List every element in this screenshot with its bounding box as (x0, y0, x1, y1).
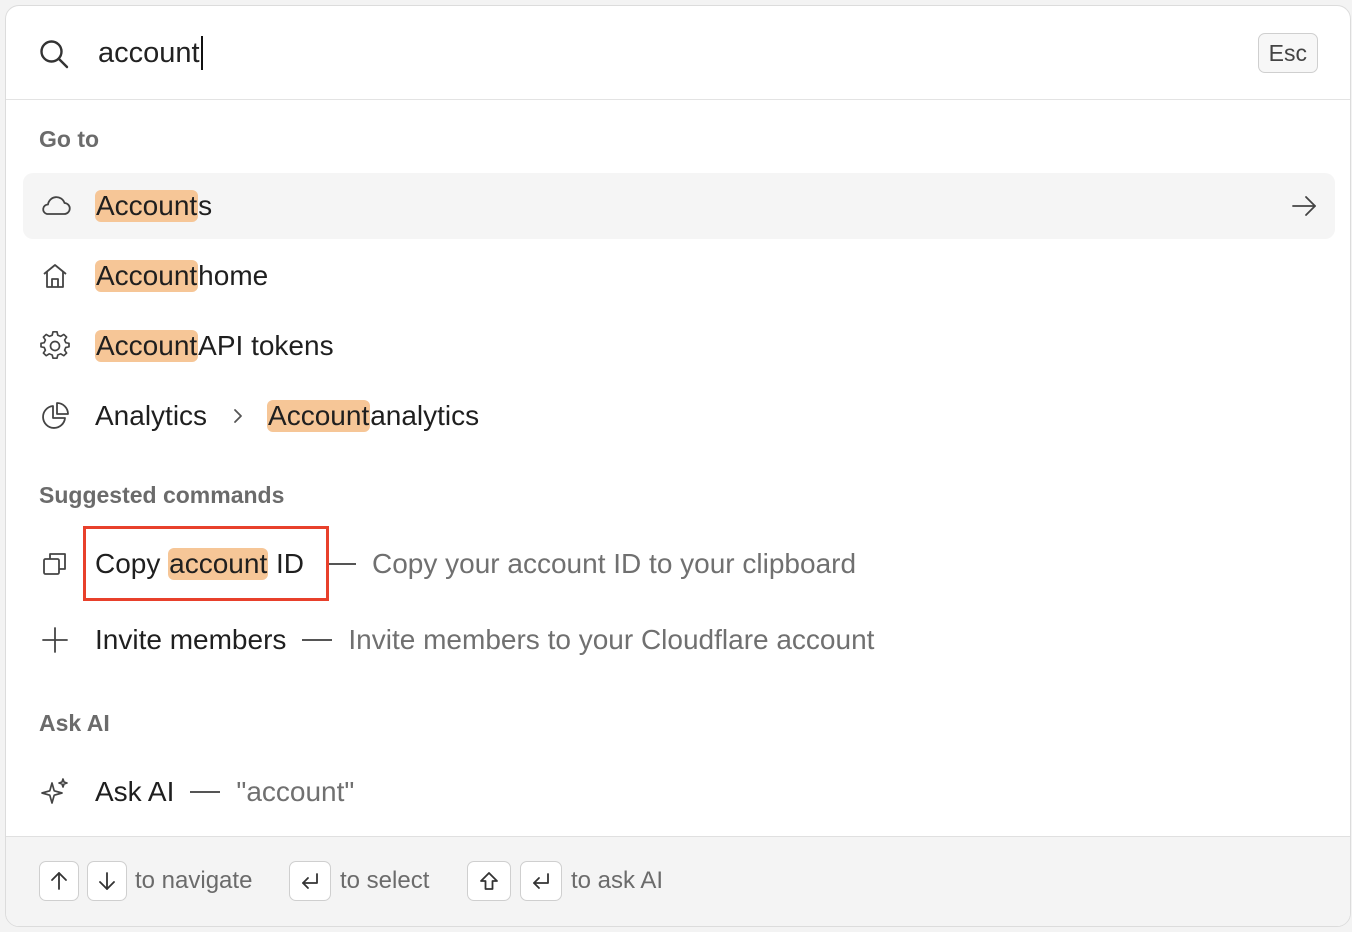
separator-dash (302, 639, 333, 641)
match-highlight: Account (95, 260, 199, 292)
arrow-right-icon (1289, 191, 1319, 221)
arrow-up-key-icon (39, 861, 79, 901)
label-rest: API tokens (198, 330, 334, 361)
sparkles-icon (37, 774, 73, 810)
separator-dash (190, 791, 221, 793)
select-hint: to select (340, 867, 430, 894)
annotation-highlight-box (83, 526, 329, 601)
ask-ai-label: Ask AI "account" (95, 776, 354, 808)
command-invite-members[interactable]: Invite members Invite members to your Clo… (23, 607, 1335, 673)
section-label-go-to: Go to (39, 126, 100, 152)
ask-ai-title: Ask AI (95, 776, 175, 807)
goto-item-accounts[interactable]: Account s (23, 173, 1335, 239)
goto-item-account-api-tokens[interactable]: Account API tokens (23, 313, 1335, 379)
command-description: Copy your account ID to your clipboard (372, 548, 857, 579)
arrow-down-key-icon (87, 861, 127, 901)
plus-icon (37, 622, 73, 658)
navigate-hint: to navigate (135, 867, 253, 894)
ask-ai-hint: to ask AI (571, 867, 664, 894)
goto-item-label: Account API tokens (95, 330, 334, 362)
command-description: Invite members to your Cloudflare accoun… (348, 624, 875, 655)
ask-ai-item[interactable]: Ask AI "account" (23, 759, 1335, 825)
esc-button[interactable]: Esc (1257, 33, 1318, 73)
search-icon (36, 36, 72, 72)
gear-icon (37, 328, 73, 364)
cloud-icon (37, 188, 73, 224)
goto-item-account-analytics[interactable]: Analytics Account analytics (23, 383, 1335, 449)
match-highlight: Account (95, 190, 199, 222)
enter-key-icon (520, 861, 562, 901)
label-rest: s (198, 190, 213, 221)
pie-chart-icon (37, 398, 73, 434)
command-label: Invite members Invite members to your Clo… (95, 624, 874, 656)
home-icon (37, 258, 73, 294)
ask-ai-query: "account" (236, 776, 355, 807)
match-highlight: Account (267, 400, 371, 432)
section-label-ask-ai: Ask AI (39, 710, 110, 736)
goto-item-label: Account s (95, 190, 212, 222)
command-palette: account Esc Go to Account s Account home… (5, 5, 1351, 927)
command-title: Invite members (95, 624, 287, 655)
search-bar: account Esc (6, 6, 1350, 100)
goto-item-account-home[interactable]: Account home (23, 243, 1335, 309)
chevron-right-icon (229, 407, 247, 425)
keyboard-hints-footer: to navigate to select to ask AI (6, 836, 1350, 926)
search-input[interactable]: account (98, 33, 203, 73)
section-label-suggested-commands: Suggested commands (39, 482, 285, 508)
enter-key-icon (289, 861, 331, 901)
label-rest: home (198, 260, 269, 291)
shift-key-icon (467, 861, 511, 901)
separator-dash (326, 563, 357, 565)
breadcrumb-parent: Analytics (95, 400, 208, 431)
goto-item-label: Analytics Account analytics (95, 400, 479, 432)
label-rest: analytics (370, 400, 480, 431)
search-input-value: account (98, 37, 200, 69)
goto-item-label: Account home (95, 260, 268, 292)
text-caret (200, 36, 203, 70)
match-highlight: Account (95, 330, 199, 362)
copy-icon (37, 546, 73, 582)
